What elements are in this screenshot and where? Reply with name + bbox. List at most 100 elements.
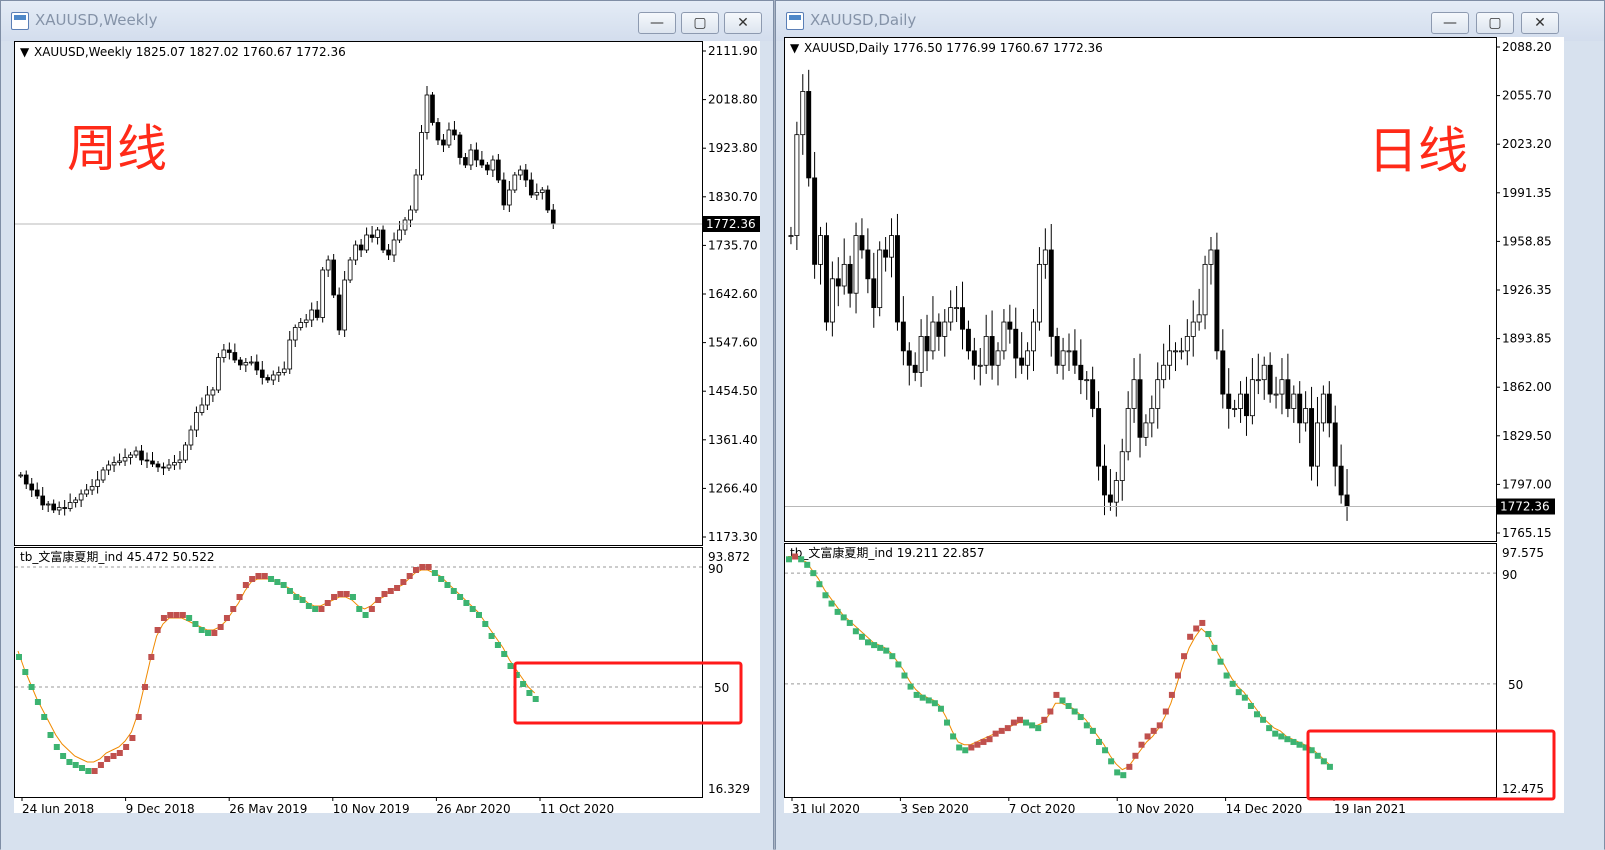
indicator-dot: [1320, 758, 1327, 765]
candle-body: [1137, 379, 1143, 438]
indicator-dot: [394, 585, 401, 591]
indicator-dot: [992, 730, 999, 737]
window-weekly[interactable]: XAUUSD,Weekly — ▢ ✕ 2111.90 2018.80 1923.8…: [0, 0, 774, 850]
candle-body: [894, 235, 900, 323]
candle-body: [1196, 314, 1202, 323]
candle-body: [1131, 379, 1137, 409]
indicator-dot: [1181, 653, 1188, 660]
candle-body: [1149, 408, 1155, 424]
indicator-dot: [968, 744, 975, 751]
candle-body: [336, 294, 342, 331]
candle-body: [1273, 393, 1279, 396]
candle-body: [172, 462, 177, 466]
candle-body: [960, 307, 965, 330]
date-tick-label: 26 Apr 2020: [436, 802, 510, 813]
indicator-label: tb_文富康夏期_ind 45.472 50.522: [20, 549, 215, 564]
candle-body: [133, 450, 139, 456]
status-strip: [1, 813, 773, 850]
candle-body: [243, 362, 249, 366]
indicator-dot: [1193, 625, 1200, 632]
minimize-button[interactable]: —: [1431, 12, 1469, 34]
candle-body: [523, 169, 529, 181]
price-tick-label: 2088.20: [1502, 40, 1552, 54]
indicator-dot: [242, 582, 249, 588]
candle-body: [1214, 249, 1220, 352]
indicator-dot: [532, 696, 539, 702]
indicator-dot: [381, 591, 388, 597]
indicator-dot: [1217, 658, 1224, 665]
maximize-button[interactable]: ▢: [681, 12, 719, 34]
candle-body: [45, 503, 51, 506]
indicator-dot: [28, 684, 35, 690]
indicator-dot: [1010, 719, 1017, 726]
indicator-dot: [488, 633, 495, 639]
indicator-dot: [822, 592, 829, 599]
candle-body: [122, 457, 128, 462]
indicator-dot: [1077, 714, 1084, 721]
indicator-dot: [286, 588, 293, 594]
candle-body: [1249, 379, 1255, 417]
titlebar[interactable]: XAUUSD,Weekly — ▢ ✕: [1, 1, 773, 41]
candle-body: [474, 149, 479, 161]
indicator-dot: [66, 759, 73, 765]
candle-body: [34, 489, 40, 497]
candle-body: [73, 499, 78, 503]
close-button[interactable]: ✕: [724, 12, 762, 34]
indicator-dot: [91, 768, 98, 774]
candle-body: [430, 94, 435, 123]
indicator-dot: [810, 570, 817, 577]
candle-body: [912, 364, 918, 373]
candle-body: [281, 368, 287, 373]
window-title: XAUUSD,Weekly: [35, 11, 158, 29]
candle-body: [1178, 350, 1184, 353]
candle-body: [1090, 379, 1096, 409]
candle-body: [419, 132, 424, 176]
price-tick-label: 1173.30: [708, 530, 758, 544]
candle-body: [1031, 321, 1036, 352]
indicator-dot: [142, 684, 149, 690]
candle-body: [111, 462, 117, 466]
indicator-dot: [1326, 763, 1333, 770]
candle-body: [859, 235, 865, 251]
minimize-button[interactable]: —: [638, 12, 676, 34]
indicator-dot: [482, 621, 489, 627]
candle-body: [490, 159, 496, 171]
candle-body: [889, 235, 894, 258]
candle-body: [1161, 364, 1167, 381]
candle-body: [100, 469, 106, 481]
maximize-button[interactable]: ▢: [1476, 12, 1514, 34]
candle-body: [948, 307, 954, 323]
indicator-dot: [318, 606, 325, 612]
indicator-dot: [148, 654, 155, 660]
indicator-dot: [211, 630, 218, 636]
candle-body: [989, 336, 995, 366]
indicator-dot: [840, 614, 847, 621]
candle-body: [56, 507, 62, 511]
indicator-dot: [931, 700, 938, 707]
indicator-dot: [1029, 722, 1036, 729]
titlebar[interactable]: XAUUSD,Daily — ▢ ✕: [776, 1, 1604, 41]
indicator-dot: [526, 690, 533, 696]
candle-body: [194, 412, 199, 431]
candle-body: [1279, 379, 1285, 395]
indicator-dot: [41, 714, 48, 720]
indicator-dot: [60, 753, 67, 759]
indicator-dot: [268, 576, 275, 582]
ind-tick-bottom: 12.475: [1502, 782, 1544, 796]
chart-window-icon: [11, 12, 29, 30]
candle-body: [1326, 393, 1332, 424]
candle-body: [1048, 249, 1054, 337]
indicator-dot: [792, 553, 799, 560]
indicator-dot: [431, 570, 438, 576]
indicator-dot: [937, 705, 944, 712]
candle-body: [1190, 321, 1196, 337]
indicator-dot: [1144, 733, 1151, 740]
indicator-dot: [1260, 716, 1267, 723]
candle-body: [161, 466, 166, 469]
window-daily[interactable]: XAUUSD,Daily — ▢ ✕ 2088.20 2055.70 2023.20…: [775, 0, 1605, 850]
candle-body: [1291, 393, 1297, 409]
indicator-dot: [1272, 730, 1279, 737]
close-button[interactable]: ✕: [1521, 12, 1559, 34]
ind-tick-50: 50: [714, 681, 729, 695]
indicator-dot: [337, 591, 344, 597]
